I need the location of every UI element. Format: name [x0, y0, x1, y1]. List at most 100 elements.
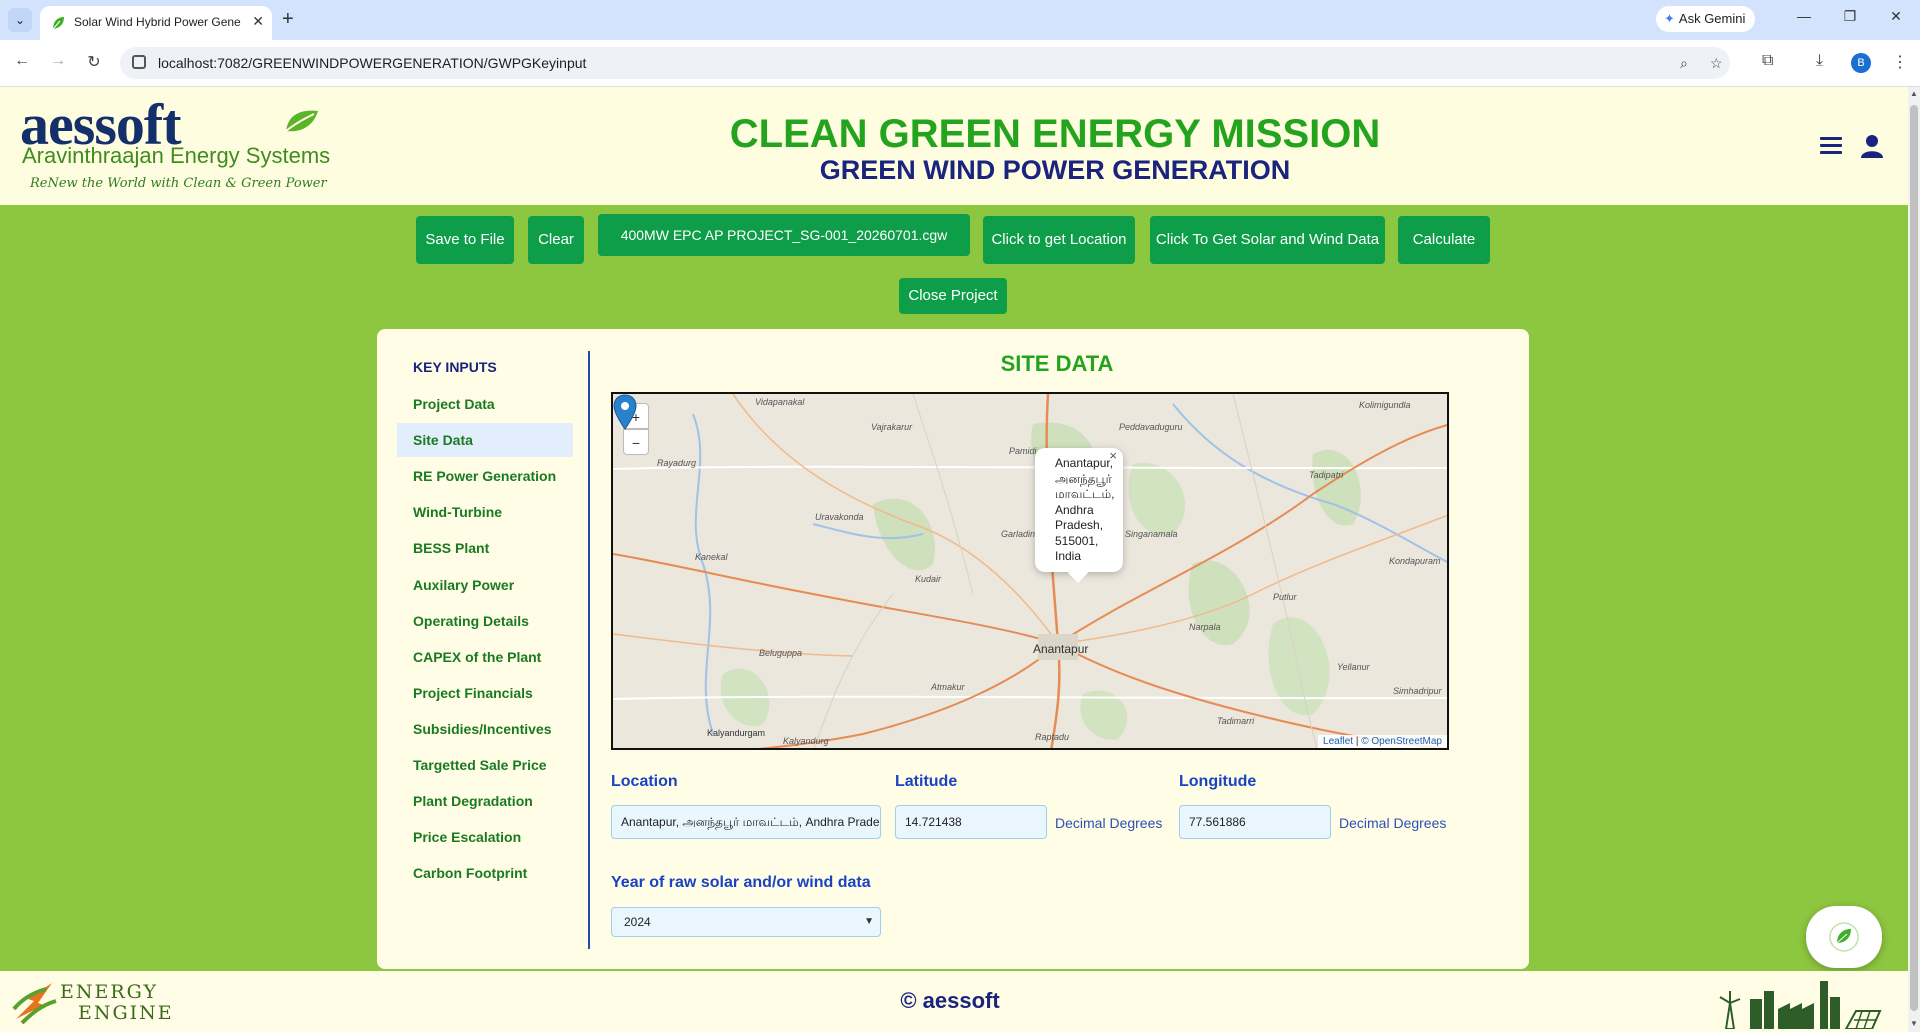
- profile-avatar[interactable]: B: [1851, 53, 1871, 73]
- close-tab-icon[interactable]: ✕: [252, 13, 264, 30]
- sidebar-item-wind-turbine[interactable]: Wind-Turbine: [397, 495, 573, 529]
- sidebar-item-price-escalation[interactable]: Price Escalation: [397, 820, 573, 854]
- popup-close-icon[interactable]: ×: [1109, 448, 1117, 464]
- page-scrollbar[interactable]: ▲ ▼: [1908, 87, 1920, 1032]
- sidebar-item-plant-degradation[interactable]: Plant Degradation: [397, 784, 573, 818]
- get-solar-wind-data-button[interactable]: Click To Get Solar and Wind Data: [1150, 216, 1385, 264]
- zoom-icon[interactable]: ⌕: [1680, 55, 1688, 72]
- leaflet-link[interactable]: Leaflet: [1323, 736, 1353, 747]
- reload-icon[interactable]: ↻: [82, 52, 106, 72]
- page-subtitle: GREEN WIND POWER GENERATION: [819, 155, 1291, 185]
- browser-tab-strip: ⌄ Solar Wind Hybrid Power Gene ✕ + ✦ Ask …: [0, 0, 1920, 40]
- openstreetmap-link[interactable]: © OpenStreetMap: [1361, 736, 1442, 747]
- site-header: aessoft Aravinthraajan Energy Systems Re…: [0, 87, 1908, 205]
- user-icon[interactable]: [1860, 134, 1884, 158]
- back-icon[interactable]: ←: [10, 52, 34, 70]
- sidebar-item-site-data[interactable]: Site Data: [397, 423, 573, 458]
- save-to-file-button[interactable]: Save to File: [416, 216, 514, 264]
- map-marker-icon[interactable]: [613, 394, 637, 430]
- location-label: Location: [611, 773, 678, 790]
- leaf-logo-icon: [285, 110, 318, 132]
- map-place-label: Singanamala: [1125, 529, 1178, 539]
- map-place-label: Pamidi: [1009, 446, 1037, 456]
- ask-gemini-label: Ask Gemini: [1678, 11, 1746, 26]
- sidebar-item-project-data[interactable]: Project Data: [397, 387, 573, 421]
- page-title: CLEAN GREEN ENERGY MISSION: [729, 112, 1381, 156]
- clear-button[interactable]: Clear: [528, 216, 584, 264]
- map-place-label: Tadipatri: [1309, 470, 1344, 480]
- year-select[interactable]: 2024 ▼: [611, 907, 881, 937]
- hamburger-menu-icon[interactable]: [1820, 137, 1842, 155]
- download-icon[interactable]: ⤓: [1816, 52, 1823, 70]
- floating-leaf-button[interactable]: [1806, 906, 1882, 968]
- url-bar[interactable]: localhost:7082/GREENWINDPOWERGENERATION/…: [120, 47, 1730, 79]
- restore-button[interactable]: ❐: [1830, 8, 1870, 25]
- map-place-label: Kudair: [915, 574, 942, 584]
- sidebar-item-subsidies-incentives[interactable]: Subsidies/Incentives: [397, 712, 573, 746]
- chevron-down-icon: ▼: [864, 916, 874, 927]
- window-close-button[interactable]: ✕: [1876, 8, 1916, 25]
- map-place-label: Tadimarri: [1217, 716, 1255, 726]
- extensions-icon[interactable]: ⧉: [1762, 52, 1773, 70]
- map-place-label: Narpala: [1189, 622, 1221, 632]
- leaf-badge-icon: [1829, 922, 1859, 952]
- map-zoom-out-button[interactable]: −: [623, 429, 649, 455]
- longitude-input[interactable]: 77.561886: [1179, 805, 1331, 839]
- energy-engine-brand-line1: ENERGY: [60, 981, 159, 1003]
- scroll-up-icon[interactable]: ▲: [1910, 89, 1918, 98]
- map-place-label: Simhadripur: [1393, 686, 1442, 696]
- map-place-label: Kalyandurg: [783, 736, 829, 746]
- scrollbar-thumb[interactable]: [1910, 105, 1918, 1011]
- forward-icon[interactable]: →: [46, 52, 70, 70]
- map-place-label: Rayadurg: [657, 458, 697, 468]
- browser-menu-icon[interactable]: ⋮: [1892, 52, 1908, 72]
- latitude-input[interactable]: 14.721438: [895, 805, 1047, 839]
- map-place-label: Kolimigundla: [1359, 400, 1411, 410]
- latitude-label: Latitude: [895, 773, 958, 790]
- sidebar-item-auxilary-power[interactable]: Auxilary Power: [397, 568, 573, 602]
- map-attribution: Leaflet | © OpenStreetMap: [1318, 735, 1447, 748]
- map-place-label: Vajrakarur: [871, 422, 913, 432]
- copyright-text: © aessoft: [900, 988, 1000, 1013]
- location-input[interactable]: Anantapur, அனந்தபூர் மாவட்டம், Andhra Pr…: [611, 805, 881, 839]
- bookmark-star-icon[interactable]: ☆: [1710, 55, 1723, 72]
- site-info-icon[interactable]: [132, 55, 146, 69]
- scroll-down-icon[interactable]: ▼: [1910, 1019, 1918, 1028]
- sidebar-item-project-financials[interactable]: Project Financials: [397, 676, 573, 710]
- sidebar-item-re-power-generation[interactable]: RE Power Generation: [397, 459, 573, 493]
- year-label: Year of raw solar and/or wind data: [611, 874, 871, 891]
- project-file-name[interactable]: 400MW EPC AP PROJECT_SG-001_20260701.cgw: [598, 214, 970, 256]
- map-place-label: Atmakur: [931, 682, 965, 692]
- map-place-label: Beluguppa: [759, 648, 803, 658]
- browser-tab[interactable]: Solar Wind Hybrid Power Gene ✕: [40, 6, 272, 40]
- map-place-label: Vidapanakal: [755, 397, 805, 407]
- calculate-button[interactable]: Calculate: [1398, 216, 1490, 264]
- site-footer: ENERGY ENGINE © aessoft: [0, 971, 1908, 1032]
- sidebar-item-carbon-footprint[interactable]: Carbon Footprint: [397, 856, 573, 890]
- energy-engine-brand-line2: ENGINE: [78, 1002, 174, 1024]
- get-location-button[interactable]: Click to get Location: [983, 216, 1135, 264]
- leaf-favicon-icon: [52, 17, 64, 30]
- minimize-button[interactable]: —: [1784, 8, 1824, 24]
- popup-line: மாவட்டம்,: [1055, 487, 1115, 501]
- new-tab-button[interactable]: +: [282, 8, 294, 30]
- sidebar-item-bess-plant[interactable]: BESS Plant: [397, 531, 573, 565]
- map-place-label: Raptadu: [1035, 732, 1070, 742]
- ask-gemini-button[interactable]: ✦ Ask Gemini: [1656, 6, 1756, 32]
- map-place-label: Kalyandurgam: [707, 728, 766, 738]
- key-inputs-card: KEY INPUTS Project Data Site Data RE Power…: [377, 329, 1529, 969]
- site-map[interactable]: Vidapanakal Vajrakarur Peddavaduguru Kol…: [611, 392, 1449, 750]
- sidebar-item-targetted-sale-price[interactable]: Targetted Sale Price: [397, 748, 573, 782]
- popup-line: Pradesh,: [1055, 518, 1104, 532]
- logo-tagline: ReNew the World with Clean & Green Power: [30, 176, 327, 191]
- gemini-icon: ✦: [1664, 11, 1675, 26]
- sidebar-item-capex-of-the-plant[interactable]: CAPEX of the Plant: [397, 640, 573, 674]
- longitude-unit: Decimal Degrees: [1339, 815, 1447, 831]
- close-project-button[interactable]: Close Project: [899, 278, 1007, 314]
- url-text: localhost:7082/GREENWINDPOWERGENERATION/…: [158, 55, 587, 71]
- sidebar-item-operating-details[interactable]: Operating Details: [397, 604, 573, 638]
- address-bar-row: ← → ↻ localhost:7082/GREENWINDPOWERGENER…: [0, 40, 1920, 87]
- sidebar-divider: [588, 351, 590, 949]
- popup-line: India: [1055, 549, 1082, 563]
- tab-search-button[interactable]: ⌄: [8, 8, 32, 32]
